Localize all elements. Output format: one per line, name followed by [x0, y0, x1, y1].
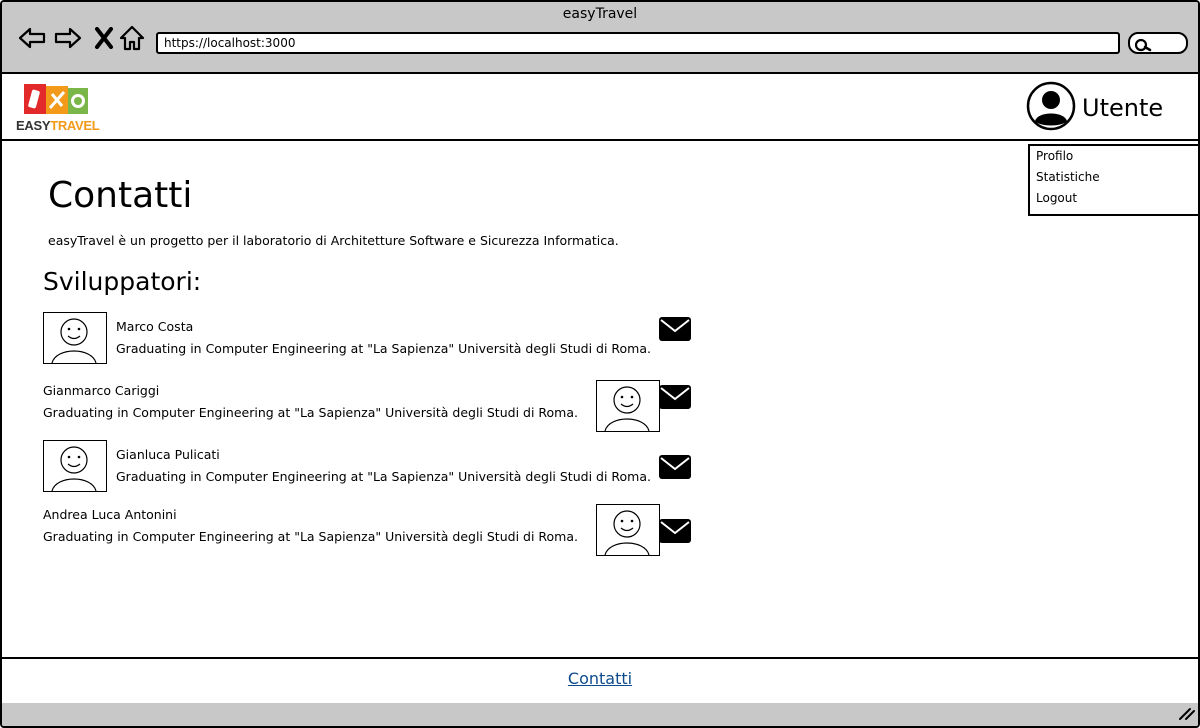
- email-icon[interactable]: [658, 518, 692, 544]
- back-icon[interactable]: [18, 24, 46, 52]
- user-menu-toggle[interactable]: Utente: [1026, 81, 1164, 135]
- developer-avatar-icon: [596, 504, 660, 556]
- developer-avatar-icon: [43, 440, 107, 492]
- main-content: Contatti easyTravel è un progetto per il…: [2, 141, 1198, 657]
- menu-item-logout[interactable]: Logout: [1030, 188, 1198, 209]
- footer-link-contatti[interactable]: Contatti: [568, 669, 632, 688]
- developer-name: Marco Costa: [116, 319, 194, 334]
- developer-bio: Graduating in Computer Engineering at "L…: [116, 341, 651, 356]
- developer-name: Andrea Luca Antonini: [43, 507, 177, 522]
- home-icon[interactable]: [118, 24, 146, 52]
- developer-card: Gianluca Pulicati Graduating in Computer…: [43, 440, 743, 492]
- developer-card: Gianmarco Cariggi Graduating in Computer…: [43, 380, 743, 432]
- developer-name: Gianmarco Cariggi: [43, 383, 160, 398]
- easytravel-logo[interactable]: EASYTRAVEL: [16, 80, 100, 134]
- developers-heading: Sviluppatori:: [43, 267, 202, 296]
- developer-avatar-icon: [596, 380, 660, 432]
- developer-card: Andrea Luca Antonini Graduating in Compu…: [43, 504, 743, 556]
- developer-bio: Graduating in Computer Engineering at "L…: [43, 529, 578, 544]
- search-icon: [1134, 37, 1152, 56]
- browser-window: easyTravel https://localhost:3000 EASYTR…: [0, 0, 1200, 728]
- status-bar: [2, 703, 1198, 726]
- developer-avatar-icon: [43, 312, 107, 364]
- logo-graphic: [24, 84, 88, 114]
- page-title: Contatti: [48, 175, 193, 216]
- window-title: easyTravel: [562, 6, 638, 22]
- logo-text-easy: EASY: [16, 118, 51, 133]
- email-icon[interactable]: [658, 454, 692, 480]
- logo-text-travel: TRAVEL: [50, 118, 100, 133]
- developer-bio: Graduating in Computer Engineering at "L…: [116, 469, 651, 484]
- email-icon[interactable]: [658, 316, 692, 342]
- menu-item-profilo[interactable]: Profilo: [1030, 146, 1198, 167]
- user-avatar-icon: [1026, 81, 1076, 135]
- developer-name: Gianluca Pulicati: [116, 447, 220, 462]
- logo-wordmark: EASYTRAVEL: [16, 118, 100, 133]
- developer-bio: Graduating in Computer Engineering at "L…: [43, 405, 578, 420]
- close-icon[interactable]: [90, 24, 118, 52]
- forward-icon[interactable]: [54, 24, 82, 52]
- search-box[interactable]: [1128, 32, 1188, 54]
- page-description: easyTravel è un progetto per il laborato…: [48, 233, 619, 248]
- email-icon[interactable]: [658, 384, 692, 410]
- site-footer: Contatti: [2, 657, 1198, 705]
- site-header: EASYTRAVEL Utente: [2, 74, 1198, 141]
- browser-chrome: easyTravel https://localhost:3000: [2, 2, 1198, 74]
- address-bar[interactable]: https://localhost:3000: [156, 32, 1120, 54]
- resize-grip-icon[interactable]: [1178, 705, 1196, 724]
- user-name: Utente: [1082, 94, 1164, 122]
- user-dropdown-menu: Profilo Statistiche Logout: [1028, 144, 1198, 216]
- developer-card: Marco Costa Graduating in Computer Engin…: [43, 312, 743, 364]
- menu-item-statistiche[interactable]: Statistiche: [1030, 167, 1198, 188]
